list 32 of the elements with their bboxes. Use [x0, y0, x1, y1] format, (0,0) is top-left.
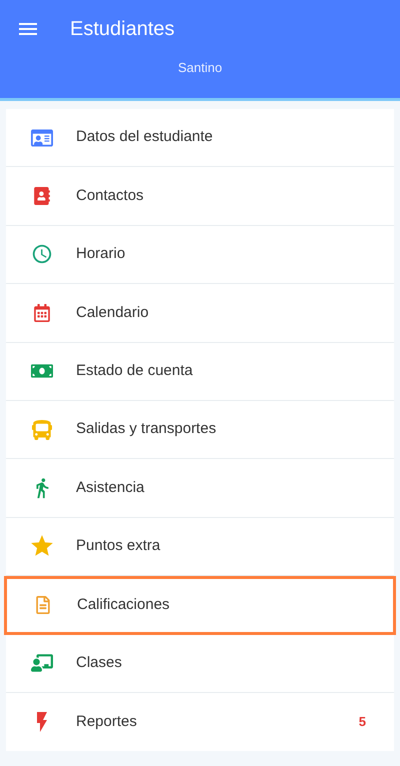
calendar-icon — [33, 304, 51, 322]
menu-item[interactable]: Horario — [6, 226, 394, 284]
menu-item[interactable]: Contactos — [6, 167, 394, 226]
menu-item[interactable]: Reportes 5 — [6, 692, 394, 752]
menu-item[interactable]: Puntos extra — [6, 518, 394, 576]
report-count: 5 — [358, 713, 366, 732]
menu-label: Reportes — [76, 712, 137, 732]
menu-label: Calendario — [76, 302, 149, 323]
header-title: Estudiantes — [70, 17, 175, 42]
menu-label: Calificaciones — [77, 595, 170, 616]
menu-label: Clases — [76, 652, 122, 673]
menu-label: Estado de cuenta — [76, 361, 193, 381]
document-icon — [34, 596, 52, 614]
student-name: Santino — [178, 59, 222, 77]
menu-label: Asistencia — [76, 478, 144, 498]
menu-item[interactable]: Estado de cuenta — [6, 342, 394, 401]
menu-item[interactable]: Clases — [6, 634, 394, 693]
menu-label: Datos del estudiante — [76, 127, 213, 148]
menu-label: Contactos — [76, 186, 144, 206]
bus-icon — [32, 420, 52, 440]
menu-item[interactable]: Datos del estudiante — [6, 109, 394, 168]
menu-label: Salidas y transportes — [76, 419, 216, 440]
clock-icon — [31, 243, 53, 266]
menu-item[interactable]: Salidas y transportes — [6, 400, 394, 460]
id-card-icon — [31, 126, 53, 149]
menu-label: Horario — [76, 244, 126, 264]
menu-label: Puntos extra — [76, 536, 160, 556]
teacher-board-icon — [31, 652, 53, 674]
menu-item[interactable]: Asistencia — [6, 459, 394, 518]
menu-item[interactable]: Calificaciones — [4, 576, 396, 635]
contact-book-icon — [33, 187, 51, 206]
menu-item[interactable]: Calendario — [6, 284, 394, 343]
